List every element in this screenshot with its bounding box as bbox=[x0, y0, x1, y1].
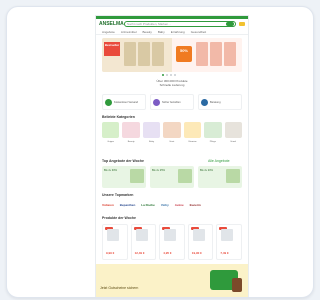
category-label: Grippe bbox=[107, 141, 114, 143]
phone-icon bbox=[201, 98, 208, 106]
site-header: ANSELMA Sucht nach Produkten, Marken... bbox=[96, 19, 248, 29]
product-card[interactable]: 7,49 € bbox=[216, 224, 242, 260]
category-label: Pflege bbox=[209, 141, 216, 143]
info-item[interactable]: Kostenloser Versand bbox=[102, 94, 146, 110]
hero-right-products bbox=[196, 42, 236, 66]
cart-icon[interactable] bbox=[239, 22, 245, 26]
deal-text: Bis zu 30% bbox=[104, 169, 117, 172]
deal-product-image bbox=[130, 169, 144, 183]
product-image bbox=[221, 229, 234, 241]
deal-cards: Bis zu 30% Bis zu 25% Bis zu 20% bbox=[102, 166, 242, 188]
product-card[interactable]: 19,90 € bbox=[187, 224, 214, 260]
truck-icon bbox=[105, 98, 112, 106]
category-tiles bbox=[102, 122, 242, 140]
category-labels: Grippe Beauty Baby Haut Vitamine Pflege … bbox=[102, 141, 242, 143]
category-tile[interactable] bbox=[142, 122, 161, 138]
info-item[interactable]: Sicher bezahlen bbox=[150, 94, 194, 110]
hero-left-panel: Bestseller bbox=[102, 38, 172, 72]
nav-item[interactable]: Arzneimittel bbox=[121, 30, 137, 34]
deal-text: Bis zu 20% bbox=[200, 169, 213, 172]
product-card[interactable]: 12,49 € bbox=[130, 224, 157, 260]
deal-product-image bbox=[178, 169, 192, 183]
product-price: 4,95 € bbox=[163, 251, 172, 255]
site-logo[interactable]: ANSELMA bbox=[99, 21, 124, 27]
category-label: Baby bbox=[149, 141, 155, 143]
product-price: 12,49 € bbox=[134, 251, 145, 255]
category-tile[interactable] bbox=[183, 122, 202, 138]
info-row: Kostenloser Versand Sicher bezahlen Bera… bbox=[102, 94, 242, 110]
search-bar[interactable]: Sucht nach Produkten, Marken... bbox=[124, 21, 236, 27]
brand-logo[interactable]: Avène bbox=[175, 203, 184, 207]
product-image bbox=[135, 229, 148, 241]
promo-line-2: Schnelle Lieferung bbox=[159, 83, 185, 87]
product-image bbox=[192, 229, 205, 241]
category-tile[interactable] bbox=[122, 122, 140, 138]
deal-card[interactable]: Bis zu 30% bbox=[102, 166, 146, 188]
nav-item[interactable]: Angebote bbox=[102, 30, 115, 34]
product-price: 9,99 € bbox=[106, 251, 115, 255]
deals-title: Top Angebote der Woche bbox=[102, 159, 144, 163]
brand-logo[interactable]: La Roche bbox=[141, 203, 155, 207]
product-card[interactable]: 9,99 € bbox=[102, 224, 128, 260]
category-tile[interactable] bbox=[102, 122, 120, 138]
screenshot-card: ANSELMA Sucht nach Produkten, Marken... … bbox=[6, 6, 314, 298]
category-label: Vitamine bbox=[188, 141, 197, 143]
deal-text: Bis zu 25% bbox=[152, 169, 165, 172]
nav-item[interactable]: Gesundheit bbox=[191, 30, 206, 34]
category-label: Haut bbox=[169, 141, 175, 143]
product-image bbox=[107, 229, 119, 241]
info-text: Kostenloser Versand bbox=[114, 100, 138, 104]
nav-item[interactable]: Baby bbox=[158, 30, 165, 34]
categories-title: Beliebte Kategorien bbox=[102, 115, 135, 119]
brands-title: Unsere Topmarken bbox=[102, 193, 134, 197]
products-title: Produkte der Woche bbox=[102, 216, 136, 220]
footer-banner[interactable]: Jetzt Gutscheine sichern bbox=[96, 264, 248, 297]
lock-icon bbox=[153, 98, 160, 106]
product-card[interactable]: 4,95 € bbox=[159, 224, 185, 260]
info-text: Beratung bbox=[210, 100, 221, 104]
product-price: 7,49 € bbox=[220, 251, 229, 255]
product-row: 9,99 € 12,49 € 4,95 € 19,90 € 7,49 € bbox=[102, 224, 242, 260]
promo-text: Über 300.000 Produkte Schnelle Lieferung bbox=[96, 79, 248, 87]
main-nav: Angebote Arzneimittel Beauty Baby Ernähr… bbox=[96, 29, 248, 35]
brand-logo[interactable]: Vichy bbox=[161, 203, 169, 207]
brand-logo[interactable]: Eucerin bbox=[190, 203, 201, 207]
carousel-dots[interactable] bbox=[162, 74, 176, 76]
category-label: Beauty bbox=[127, 141, 135, 143]
category-tile[interactable] bbox=[204, 122, 222, 138]
brand-logo[interactable]: Voltaren bbox=[102, 203, 114, 207]
product-image bbox=[164, 229, 177, 241]
search-button[interactable] bbox=[226, 22, 234, 26]
category-tile[interactable] bbox=[224, 122, 242, 138]
banner-illustration-secondary bbox=[232, 278, 242, 292]
product-price: 19,90 € bbox=[191, 251, 202, 255]
info-item[interactable]: Beratung bbox=[198, 94, 242, 110]
nav-item[interactable]: Ernährung bbox=[171, 30, 185, 34]
brand-row: Voltaren Bepanthen La Roche Vichy Avène … bbox=[102, 200, 242, 210]
hero-banner[interactable]: Bestseller 50% bbox=[102, 38, 242, 72]
category-label: Hund bbox=[230, 141, 236, 143]
deal-card[interactable]: Bis zu 25% bbox=[150, 166, 194, 188]
hero-left-products bbox=[124, 42, 164, 66]
deal-card[interactable]: Bis zu 20% bbox=[198, 166, 242, 188]
brand-logo[interactable]: Bepanthen bbox=[120, 203, 136, 207]
category-tile[interactable] bbox=[163, 122, 181, 138]
hero-discount-badge: 50% bbox=[176, 46, 192, 62]
banner-text: Jetzt Gutscheine sichern bbox=[100, 286, 139, 290]
info-text: Sicher bezahlen bbox=[162, 100, 181, 104]
search-placeholder: Sucht nach Produkten, Marken... bbox=[127, 22, 171, 26]
deals-link[interactable]: Alle Angebote bbox=[208, 159, 230, 163]
web-page: ANSELMA Sucht nach Produkten, Marken... … bbox=[95, 15, 249, 297]
nav-item[interactable]: Beauty bbox=[143, 30, 152, 34]
deal-product-image bbox=[226, 169, 240, 183]
hero-left-label: Bestseller bbox=[104, 42, 120, 56]
